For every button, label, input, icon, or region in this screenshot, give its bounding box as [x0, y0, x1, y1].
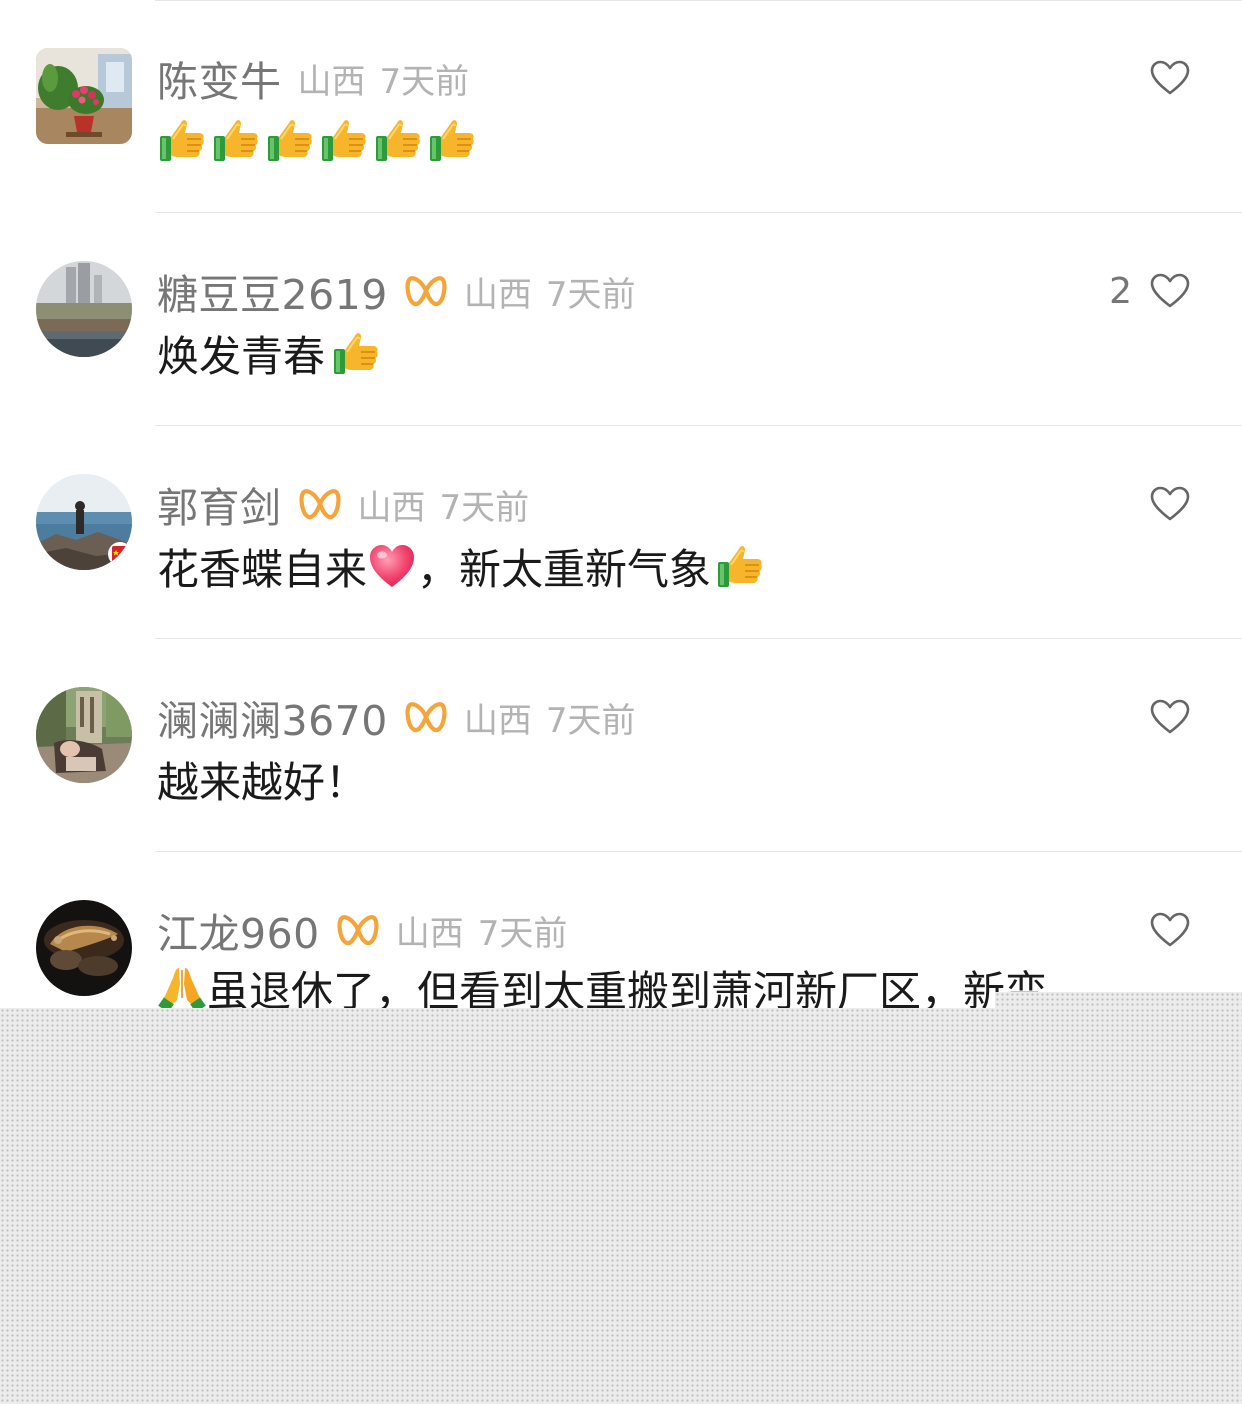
region-label: 山西	[395, 913, 464, 954]
comment-meta: 郭育剑 山西 7天前	[157, 476, 529, 532]
comment-item[interactable]: 糖豆豆2619 山西 7天前 焕发青春 2	[0, 261, 1242, 473]
comment-meta: 澜澜澜3670 山西 7天前	[157, 689, 635, 745]
divider	[155, 0, 1242, 1]
timestamp: 7天前	[545, 700, 636, 741]
divider	[155, 425, 1242, 426]
infinity-badge-icon	[298, 484, 342, 524]
thumbs-up-icon	[427, 115, 477, 165]
comment-item[interactable]: 郭育剑 山西 7天前 花香蝶自来 ，新太重新气象	[0, 474, 1242, 686]
heart-outline-icon[interactable]	[1150, 60, 1190, 96]
masked-region	[0, 1008, 1242, 1404]
infinity-badge-icon	[404, 697, 448, 737]
infinity-badge-icon	[404, 271, 448, 311]
username[interactable]: 江龙960	[157, 900, 320, 960]
timestamp: 7天前	[545, 274, 636, 315]
thumbs-up-icon	[331, 328, 381, 378]
avatar[interactable]	[36, 687, 132, 783]
comment-meta: 江龙960 山西 7天前	[157, 902, 567, 958]
avatar[interactable]	[36, 48, 132, 144]
region-label: 山西	[357, 487, 426, 528]
username[interactable]: 糖豆豆2619	[157, 261, 388, 321]
divider	[155, 212, 1242, 213]
heart-outline-icon[interactable]	[1150, 699, 1190, 735]
like-count: 2	[1109, 270, 1132, 312]
avatar[interactable]	[36, 474, 132, 570]
comment-text: 焕发青春	[157, 331, 326, 381]
region-label: 山西	[297, 61, 366, 102]
comment-content: 花香蝶自来 ，新太重新气象	[157, 536, 769, 596]
thumbs-up-icon	[157, 115, 207, 165]
thumbs-up-icon	[211, 115, 261, 165]
red-heart-icon	[367, 541, 417, 591]
thumbs-up-icon	[265, 115, 315, 165]
timestamp: 7天前	[379, 61, 470, 102]
region-label: 山西	[463, 700, 532, 741]
avatar[interactable]	[36, 900, 132, 996]
comment-text: 虽退休了，但看到太重搬到萧河新厂区，新变	[207, 967, 1048, 1010]
divider	[155, 638, 1242, 639]
like-button[interactable]	[1150, 693, 1190, 741]
thumbs-up-icon	[319, 115, 369, 165]
timestamp: 7天前	[477, 913, 568, 954]
comment-content	[157, 110, 481, 170]
heart-outline-icon[interactable]	[1150, 486, 1190, 522]
infinity-badge-icon	[336, 910, 380, 950]
comment-content: 越来越好！	[157, 749, 367, 809]
comment-content: 焕发青春	[157, 323, 385, 383]
comment-content: 虽退休了，但看到太重搬到萧河新厂区，新变	[157, 962, 1047, 1010]
folded-hands-icon	[157, 962, 207, 1010]
divider	[155, 851, 1242, 852]
like-button[interactable]: 2	[1109, 267, 1190, 315]
comment-item[interactable]: 澜澜澜3670 山西 7天前 越来越好！	[0, 687, 1242, 899]
region-label: 山西	[463, 274, 532, 315]
like-button[interactable]	[1150, 906, 1190, 954]
username[interactable]: 郭育剑	[157, 474, 282, 534]
like-button[interactable]	[1150, 480, 1190, 528]
comment-meta: 陈变牛 山西 7天前	[157, 50, 469, 106]
avatar[interactable]	[36, 261, 132, 357]
comment-meta: 糖豆豆2619 山西 7天前	[157, 263, 635, 319]
username[interactable]: 陈变牛	[157, 48, 282, 108]
comment-text: 花香蝶自来	[157, 544, 368, 594]
comment-text: ，新太重新气象	[417, 544, 712, 594]
timestamp: 7天前	[439, 487, 530, 528]
like-button[interactable]	[1150, 54, 1190, 102]
thumbs-up-icon	[715, 541, 765, 591]
thumbs-up-icon	[373, 115, 423, 165]
heart-outline-icon[interactable]	[1150, 273, 1190, 309]
username[interactable]: 澜澜澜3670	[157, 687, 388, 747]
heart-outline-icon[interactable]	[1150, 912, 1190, 948]
comment-item[interactable]: 陈变牛 山西 7天前	[0, 48, 1242, 260]
comment-text: 越来越好！	[157, 757, 368, 807]
